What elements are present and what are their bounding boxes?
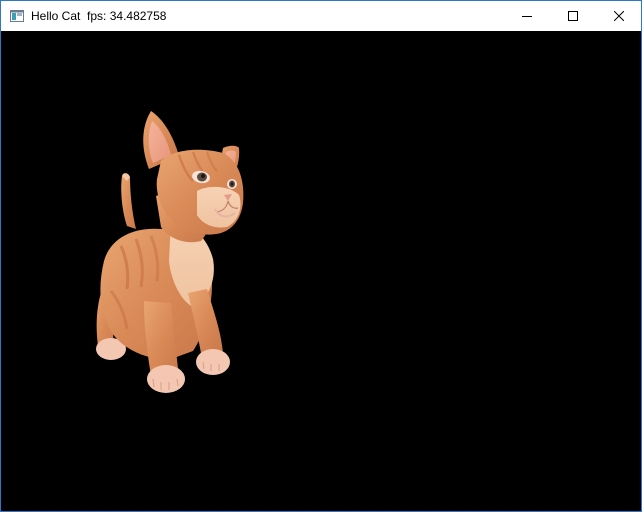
maximize-button[interactable]	[550, 1, 596, 31]
app-window: Hello Cat fps: 34.482758	[0, 0, 642, 512]
minimize-icon	[522, 16, 532, 17]
window-app-icon[interactable]	[10, 9, 24, 23]
close-icon	[614, 11, 624, 21]
fps-value: 34.482758	[109, 9, 167, 23]
app-name: Hello Cat	[31, 9, 81, 23]
window-title: Hello Cat fps: 34.482758	[31, 9, 166, 23]
render-viewport[interactable]	[1, 31, 641, 511]
maximize-icon	[568, 11, 578, 21]
fps-label: fps:	[87, 9, 107, 23]
title-bar[interactable]: Hello Cat fps: 34.482758	[1, 1, 641, 31]
kitten-model	[96, 111, 244, 393]
minimize-button[interactable]	[504, 1, 550, 31]
close-button[interactable]	[596, 1, 642, 31]
